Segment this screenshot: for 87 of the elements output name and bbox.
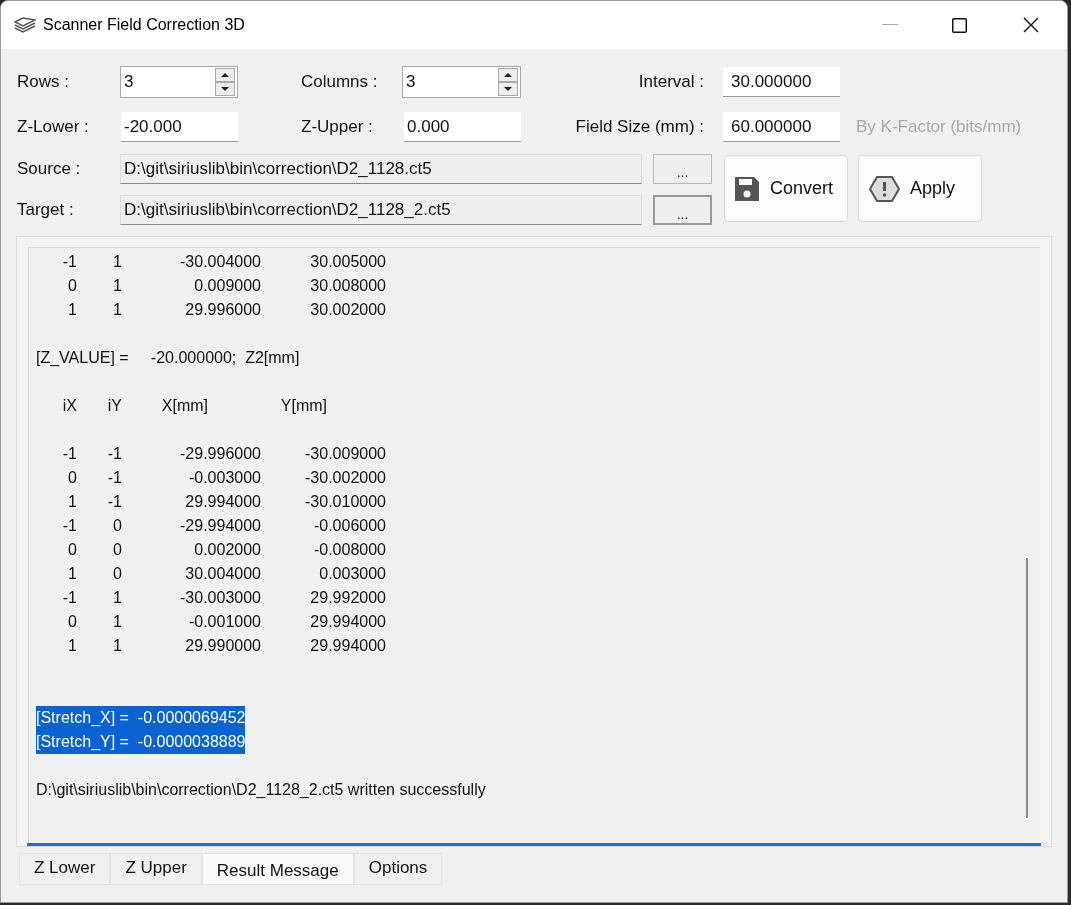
x-cell-text: 30.004000: [184, 564, 261, 584]
action-button[interactable]: Apply: [858, 155, 982, 222]
tab[interactable]: Options: [353, 853, 443, 885]
iy-cell-text: -1: [106, 492, 122, 512]
iy-cell-text: -1: [106, 444, 122, 464]
browse-button[interactable]: ...: [653, 195, 712, 225]
y-cell-text: -0.008000: [312, 540, 386, 560]
iy-cell-text: 0: [112, 564, 122, 584]
target-field[interactable]: D:\git\siriuslib\bin\correction\D2_1128_2.ct5: [120, 195, 642, 225]
columns-spinbox[interactable]: 3: [402, 66, 521, 98]
y-cell-text: 29.994000: [309, 636, 386, 656]
column-heading: iX: [61, 396, 77, 416]
ix-cell-text: -1: [61, 252, 77, 272]
ix-cell-text: 0: [67, 612, 77, 632]
iy-cell-text: 1: [112, 276, 122, 296]
field-size-label: Field Size (mm) :: [574, 116, 705, 139]
layers-icon: [14, 17, 36, 33]
z-lower-field[interactable]: -20.000: [121, 112, 238, 142]
y-cell-text: -30.002000: [304, 468, 386, 488]
z-lower-label: Z-Lower :: [17, 116, 90, 139]
column-heading: iY: [106, 396, 122, 416]
x-cell-text: -0.003000: [187, 468, 261, 488]
ix-cell-text: 1: [67, 636, 77, 656]
rows-label: Rows :: [17, 71, 70, 94]
k-factor-note: By K-Factor (bits/mm): [856, 116, 1022, 139]
ix-cell-text: 1: [67, 300, 77, 320]
y-cell-text: 30.005000: [309, 252, 386, 272]
iy-cell-text: 1: [112, 300, 122, 320]
interval-field[interactable]: 30.000000: [723, 67, 840, 97]
y-cell-text: 29.992000: [309, 588, 386, 608]
y-cell-text: 0.003000: [318, 564, 386, 584]
source-label: Source :: [17, 158, 82, 181]
x-cell-text: -30.004000: [179, 252, 261, 272]
field-size-field[interactable]: 60.000000: [723, 112, 840, 142]
y-cell-text: -0.006000: [312, 516, 386, 536]
iy-cell-text: 0: [112, 540, 122, 560]
columns-label: Columns :: [301, 71, 379, 94]
z-upper-label: Z-Upper :: [301, 116, 374, 139]
log-line: D:\git\siriuslib\bin\correction\D2_1128_2.ct5 written successfully: [36, 780, 486, 800]
ix-cell-text: 1: [67, 564, 77, 584]
x-cell-text: 29.996000: [184, 300, 261, 320]
maximize-icon[interactable]: [952, 17, 967, 33]
ix-cell-text: -1: [61, 588, 77, 608]
column-heading: X[mm]: [160, 396, 208, 416]
x-cell-text: -29.994000: [179, 516, 261, 536]
interval-label: Interval :: [637, 71, 705, 94]
target-label: Target :: [17, 199, 75, 222]
log-line: [Z_VALUE] = -20.000000; Z2[mm]: [36, 348, 300, 368]
ix-cell-text: 0: [67, 468, 77, 488]
exclamation-hexagon-icon: [869, 175, 900, 202]
iy-cell-text: 0: [112, 516, 122, 536]
y-cell-text: 30.002000: [309, 300, 386, 320]
ix-cell-text: 0: [67, 276, 77, 296]
ix-cell-text: -1: [61, 516, 77, 536]
window-title: Scanner Field Correction 3D: [43, 15, 245, 35]
x-cell-text: 0.009000: [193, 276, 261, 296]
tab[interactable]: Z Lower: [19, 853, 111, 885]
rows-spinbox[interactable]: 3: [120, 66, 238, 98]
x-cell-text: 29.990000: [184, 636, 261, 656]
tab[interactable]: Z Upper: [110, 853, 202, 885]
ix-cell-text: 0: [67, 540, 77, 560]
y-cell-text: -30.009000: [304, 444, 386, 464]
x-cell-text: -30.003000: [179, 588, 261, 608]
iy-cell-text: -1: [106, 468, 122, 488]
scrollbar-thumb[interactable]: [1026, 558, 1028, 818]
browse-button[interactable]: ...: [653, 154, 712, 184]
ix-cell-text: -1: [61, 444, 77, 464]
iy-cell-text: 1: [112, 252, 122, 272]
column-heading: Y[mm]: [279, 396, 327, 416]
iy-cell-text: 1: [112, 588, 122, 608]
iy-cell-text: 1: [112, 636, 122, 656]
x-cell-text: -0.001000: [187, 612, 261, 632]
y-cell-text: -30.010000: [304, 492, 386, 512]
y-cell-text: 30.008000: [309, 276, 386, 296]
iy-cell-text: 1: [112, 612, 122, 632]
spin-arrows-icon[interactable]: [215, 68, 235, 96]
source-field[interactable]: D:\git\siriuslib\bin\correction\D2_1128.ct5: [120, 154, 642, 184]
tab[interactable]: Result Message: [201, 853, 354, 885]
x-cell-text: 29.994000: [184, 492, 261, 512]
x-cell-text: -29.996000: [179, 444, 261, 464]
close-icon[interactable]: [1023, 17, 1039, 33]
z-upper-field[interactable]: 0.000: [404, 112, 521, 142]
action-button[interactable]: Convert: [724, 155, 848, 222]
spin-arrows-icon[interactable]: [498, 68, 518, 96]
y-cell-text: 29.994000: [309, 612, 386, 632]
x-cell-text: 0.002000: [193, 540, 261, 560]
ix-cell-text: 1: [67, 492, 77, 512]
